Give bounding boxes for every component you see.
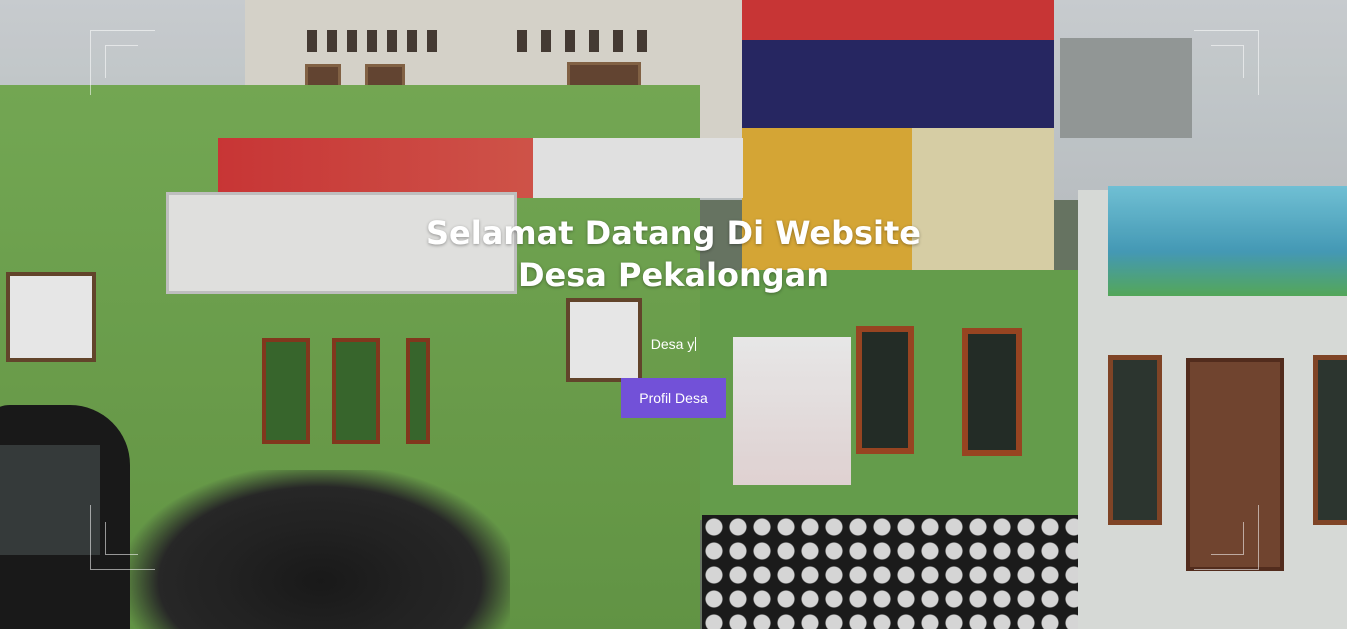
corner-bracket-top-left bbox=[90, 30, 155, 95]
typed-text: Desa y bbox=[650, 336, 695, 352]
corner-bracket-bottom-left bbox=[90, 505, 155, 570]
hero-title-line-2: Desa Pekalongan bbox=[517, 256, 830, 294]
hero-title: Selamat Datang Di Website Desa Pekalonga… bbox=[394, 212, 954, 296]
profil-desa-button[interactable]: Profil Desa bbox=[621, 378, 726, 418]
corner-bracket-bottom-right bbox=[1194, 505, 1259, 570]
hero-content: Selamat Datang Di Website Desa Pekalonga… bbox=[0, 212, 1347, 418]
typing-cursor bbox=[695, 337, 697, 351]
hero-section: Selamat Datang Di Website Desa Pekalonga… bbox=[0, 0, 1347, 629]
typed-subtitle: Desa y bbox=[0, 334, 1347, 354]
hero-title-line-1: Selamat Datang Di Website bbox=[425, 214, 921, 252]
corner-bracket-top-right bbox=[1194, 30, 1259, 95]
